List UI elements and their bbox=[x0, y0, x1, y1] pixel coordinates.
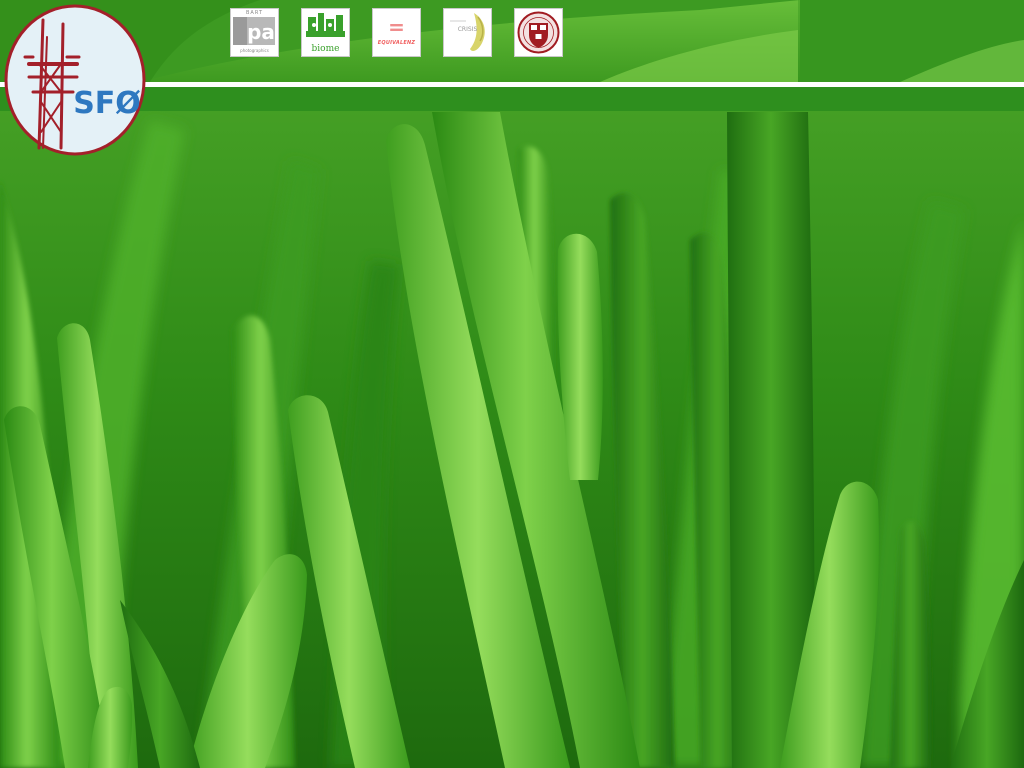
equivalenz-text: EQUIVALENZ bbox=[377, 40, 416, 46]
grass-background bbox=[0, 0, 1024, 768]
crisis-text: CRISIS bbox=[457, 26, 478, 33]
page: SFØ pa BART photographics biome = EQUIVA… bbox=[0, 0, 1024, 768]
crisis-link[interactable]: CRISIS bbox=[443, 8, 492, 57]
logo-text: SFØ bbox=[73, 86, 141, 121]
header-grass-art bbox=[0, 0, 1024, 82]
equivalenz-link[interactable]: = EQUIVALENZ bbox=[372, 8, 421, 57]
svg-text:pa: pa bbox=[247, 20, 275, 44]
pa-bottom-text: photographics bbox=[240, 48, 269, 53]
nav-bar bbox=[0, 87, 1024, 111]
harvard-shield-icon bbox=[517, 11, 560, 54]
harvard-link[interactable] bbox=[514, 8, 563, 57]
equivalenz-symbol: = bbox=[388, 15, 405, 39]
pa-top-text: BART bbox=[245, 10, 263, 16]
pa-photographics-link[interactable]: pa BART photographics bbox=[230, 8, 279, 57]
header-banner bbox=[0, 0, 1024, 82]
biome-link[interactable]: biome bbox=[301, 8, 350, 57]
biome-text: biome bbox=[311, 44, 340, 54]
site-logo[interactable]: SFØ bbox=[3, 2, 147, 157]
